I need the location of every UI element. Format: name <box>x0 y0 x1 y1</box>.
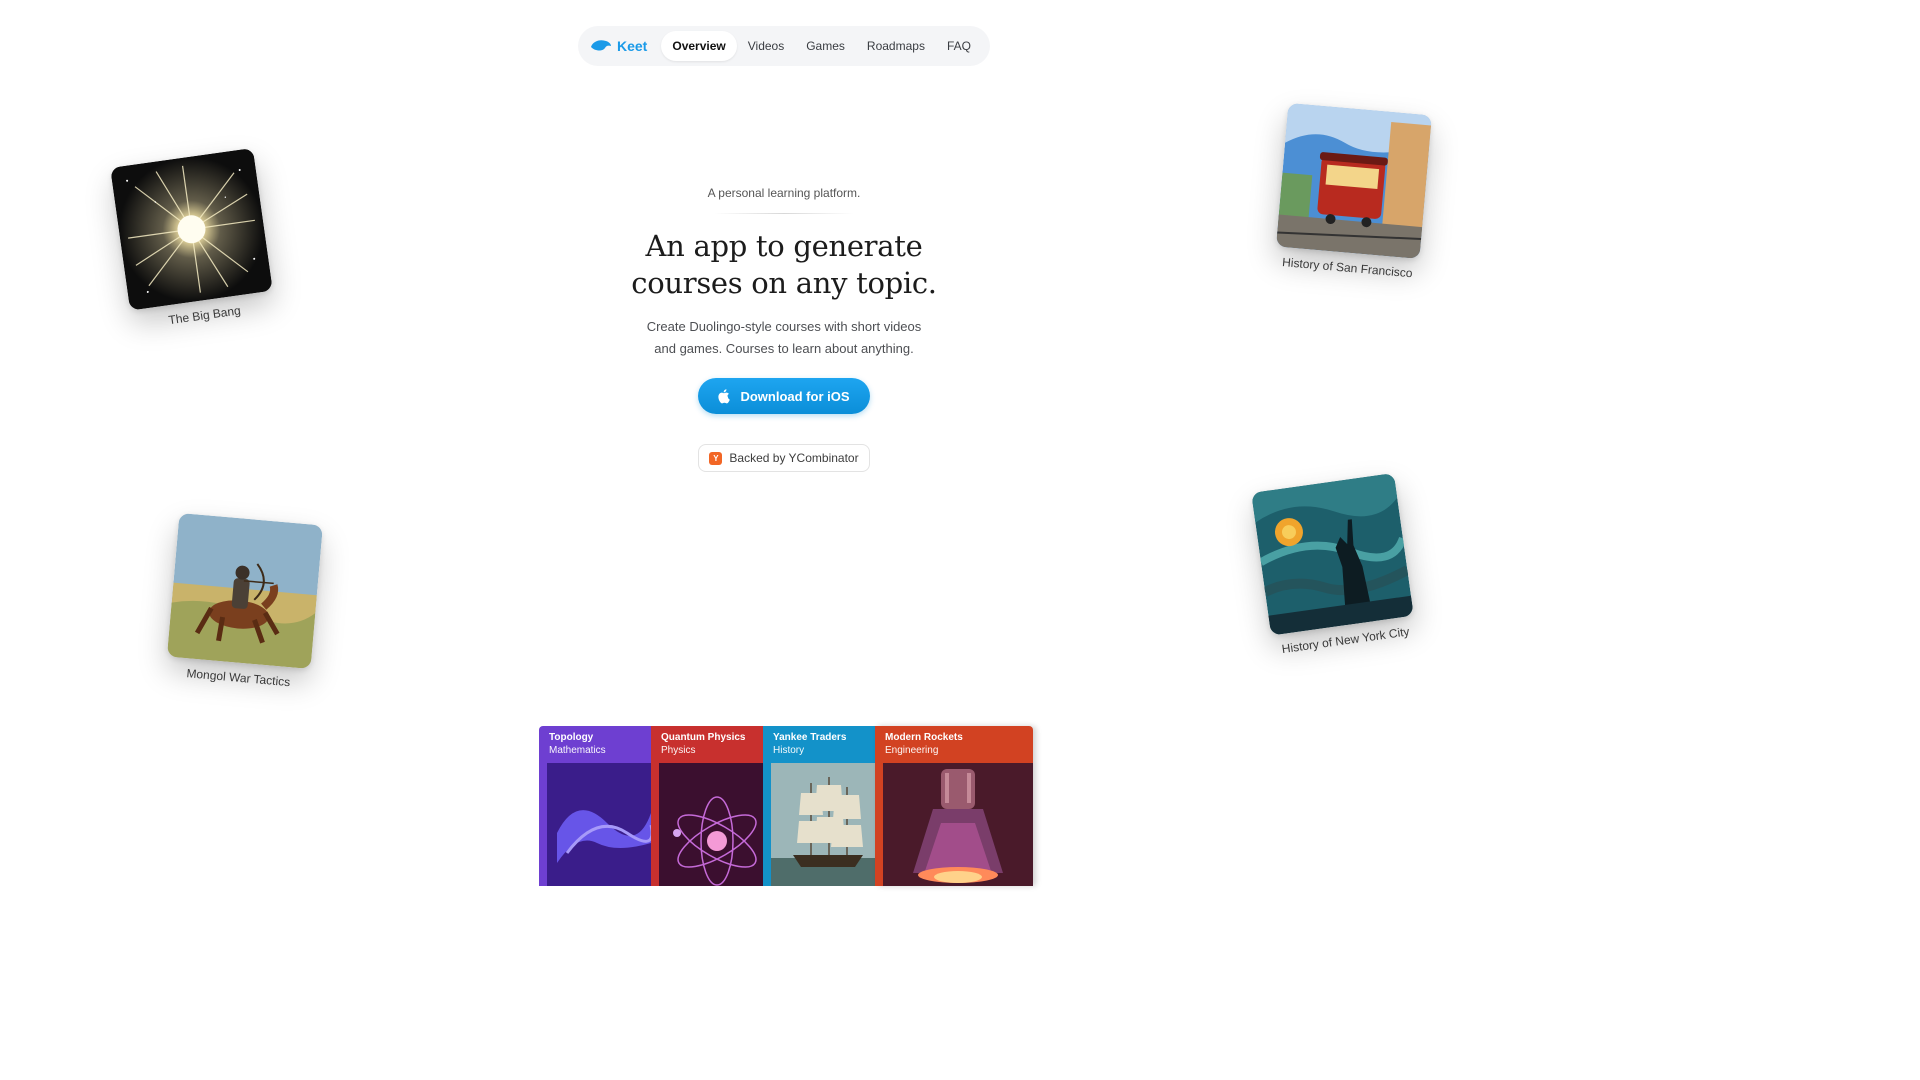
atom-image <box>659 763 763 886</box>
course-card-san-francisco[interactable]: History of San Francisco <box>1274 102 1434 281</box>
course-category: Physics <box>661 745 696 756</box>
course-tile-yankee-traders[interactable]: Yankee Traders History <box>763 726 875 886</box>
nav-videos[interactable]: Videos <box>737 31 795 61</box>
cable-car-image <box>1275 102 1432 259</box>
hero-section: A personal learning platform. An app to … <box>584 186 984 472</box>
course-tile-topology[interactable]: Topology Mathematics <box>539 726 651 886</box>
course-carousel: Topology Mathematics Quantum Physics Phy… <box>539 726 1033 886</box>
course-card-big-bang[interactable]: The Big Bang <box>110 147 278 333</box>
brand-name: Keet <box>617 38 648 54</box>
hero-tagline: A personal learning platform. <box>707 186 861 200</box>
hero-divider <box>714 213 854 214</box>
course-title: Quantum Physics <box>661 732 746 743</box>
course-category: Mathematics <box>549 745 606 756</box>
course-tile-header: Quantum Physics Physics <box>651 726 763 763</box>
keet-logo-icon <box>591 40 611 51</box>
course-tile-header: Topology Mathematics <box>539 726 651 763</box>
apple-icon <box>718 389 731 404</box>
starburst-image <box>110 147 273 311</box>
rocket-engine-image <box>883 763 1033 886</box>
course-card-label: History of San Francisco <box>1281 255 1414 281</box>
course-category: History <box>773 745 805 756</box>
course-card-new-york[interactable]: History of New York City <box>1251 472 1419 658</box>
subtitle-line-2: and games. Courses to learn about anythi… <box>654 341 914 356</box>
headline-line-2: courses on any topic. <box>631 266 937 300</box>
download-ios-label: Download for iOS <box>740 388 850 404</box>
ycombinator-icon: Y <box>709 451 723 465</box>
course-title: Yankee Traders <box>773 732 847 743</box>
course-title: Topology <box>549 732 594 743</box>
headline-line-1: An app to generate <box>645 229 923 263</box>
yc-badge-label: Backed by YCombinator <box>729 451 859 465</box>
download-ios-button[interactable]: Download for iOS <box>698 378 870 414</box>
course-title: Modern Rockets <box>885 732 963 743</box>
course-category: Engineering <box>885 745 939 756</box>
nav-faq[interactable]: FAQ <box>936 31 982 61</box>
subtitle-line-1: Create Duolingo-style courses with short… <box>646 319 922 334</box>
horse-archer-image <box>166 512 323 669</box>
hero-subtitle: Create Duolingo-style courses with short… <box>634 316 934 360</box>
nav-overview[interactable]: Overview <box>661 31 737 61</box>
course-tile-header: Yankee Traders History <box>763 726 875 763</box>
mobius-strip-image <box>547 763 651 886</box>
statue-of-liberty-image <box>1251 472 1414 636</box>
course-card-label: Mongol War Tactics <box>185 666 291 690</box>
nav-games[interactable]: Games <box>795 31 856 61</box>
nav-roadmaps[interactable]: Roadmaps <box>856 31 936 61</box>
course-tile-header: Modern Rockets Engineering <box>875 726 1033 763</box>
hero-headline: An app to generate courses on any topic. <box>584 228 984 302</box>
sailing-ship-image <box>771 763 875 886</box>
top-nav: Keet Overview Videos Games Roadmaps FAQ <box>578 26 990 66</box>
yc-badge[interactable]: Y Backed by YCombinator <box>698 444 870 472</box>
course-tile-modern-rockets[interactable]: Modern Rockets Engineering <box>875 726 1033 886</box>
course-tile-quantum-physics[interactable]: Quantum Physics Physics <box>651 726 763 886</box>
brand-logo[interactable]: Keet <box>590 38 647 54</box>
course-card-mongol[interactable]: Mongol War Tactics <box>165 512 325 691</box>
